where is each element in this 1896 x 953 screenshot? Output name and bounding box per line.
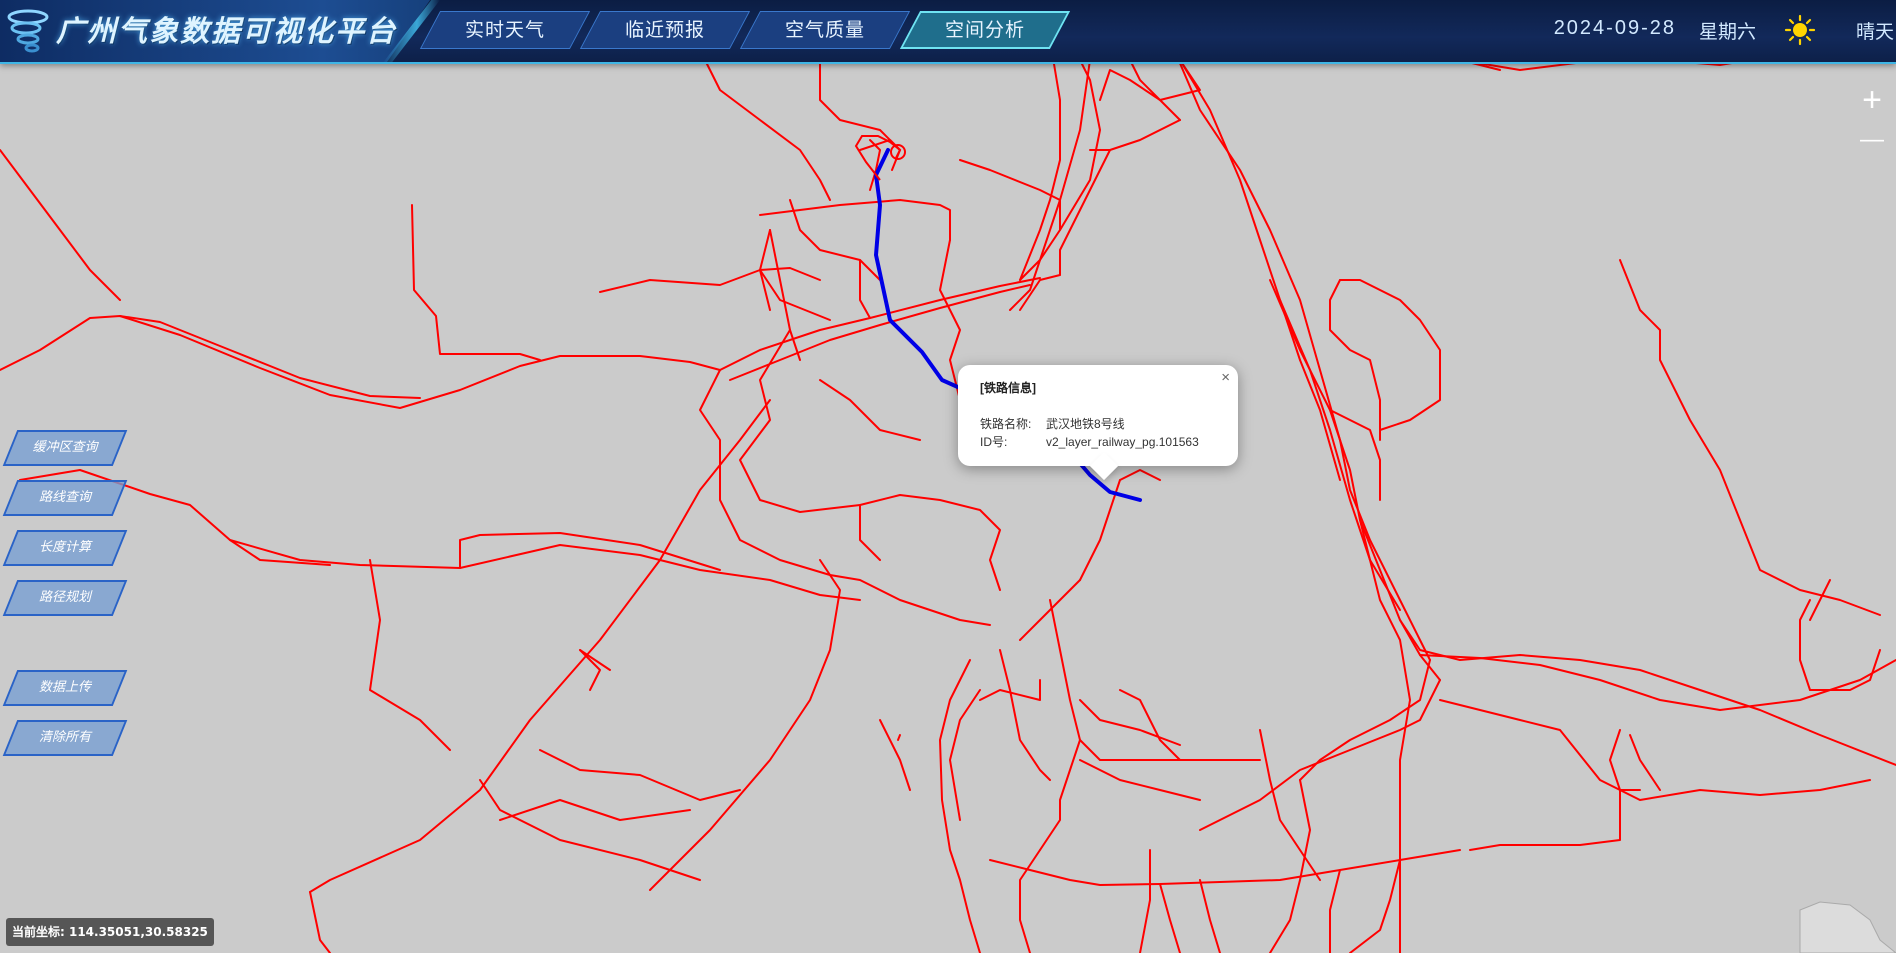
weather-status: 晴天 (1855, 21, 1894, 43)
tab-label: 临近预报 (624, 19, 705, 41)
clear-all-button[interactable]: 清除所有 (2, 720, 128, 756)
buffer-query-button[interactable]: 缓冲区查询 (2, 430, 128, 466)
tab-air-quality[interactable]: 空气质量 (739, 11, 911, 49)
railway-map[interactable] (0, 0, 1896, 953)
tornado-logo-icon (7, 9, 49, 53)
tab-label: 空气质量 (784, 19, 865, 41)
top-header: 广州气象数据可视化平台 实时天气 临近预报 空气质量 空间分析 2024-09-… (0, 0, 1896, 64)
railway-name-row: 铁路名称: 武汉地铁8号线 (980, 415, 1125, 432)
railway-id-label: ID号: (980, 435, 1008, 449)
tab-nowcast[interactable]: 临近预报 (579, 11, 751, 49)
current-weekday: 星期六 (1698, 21, 1756, 43)
land-patch (1799, 901, 1896, 953)
railway-info-popup: × [铁路信息] 铁路名称: 武汉地铁8号线 ID号: v2_layer_railw… (958, 365, 1238, 481)
tab-realtime-weather[interactable]: 实时天气 (419, 11, 591, 49)
tab-spatial-analysis[interactable]: 空间分析 (899, 11, 1071, 49)
current-date: 2024-09-28 (1553, 17, 1676, 39)
sun-icon (1784, 14, 1816, 46)
popup-close-button[interactable]: × (1221, 369, 1230, 386)
railway-name-value: 武汉地铁8号线 (1046, 417, 1125, 431)
button-label: 缓冲区查询 (32, 440, 98, 455)
button-label: 路径规划 (38, 590, 91, 605)
button-label: 数据上传 (38, 680, 91, 695)
railway-lines (0, 0, 1896, 953)
button-label: 长度计算 (38, 540, 91, 555)
path-plan-button[interactable]: 路径规划 (2, 580, 128, 616)
route-query-button[interactable]: 路线查询 (2, 480, 128, 516)
zoom-out-button[interactable]: — (1858, 126, 1886, 154)
tab-label: 实时天气 (464, 19, 545, 41)
tab-label: 空间分析 (944, 19, 1025, 41)
page-title: 广州气象数据可视化平台 (56, 14, 398, 48)
button-label: 清除所有 (38, 730, 91, 745)
zoom-in-button[interactable]: + (1858, 83, 1886, 117)
railway-name-label: 铁路名称: (980, 417, 1032, 431)
railway-id-value: v2_layer_railway_pg.101563 (1046, 435, 1199, 449)
coordinate-readout: 当前坐标: 114.35051,30.58325 (6, 918, 214, 946)
button-label: 路线查询 (38, 490, 91, 505)
railway-id-row: ID号: v2_layer_railway_pg.101563 (980, 433, 1199, 450)
data-upload-button[interactable]: 数据上传 (2, 670, 128, 706)
length-calc-button[interactable]: 长度计算 (2, 530, 128, 566)
popup-title: [铁路信息] (980, 381, 1036, 395)
